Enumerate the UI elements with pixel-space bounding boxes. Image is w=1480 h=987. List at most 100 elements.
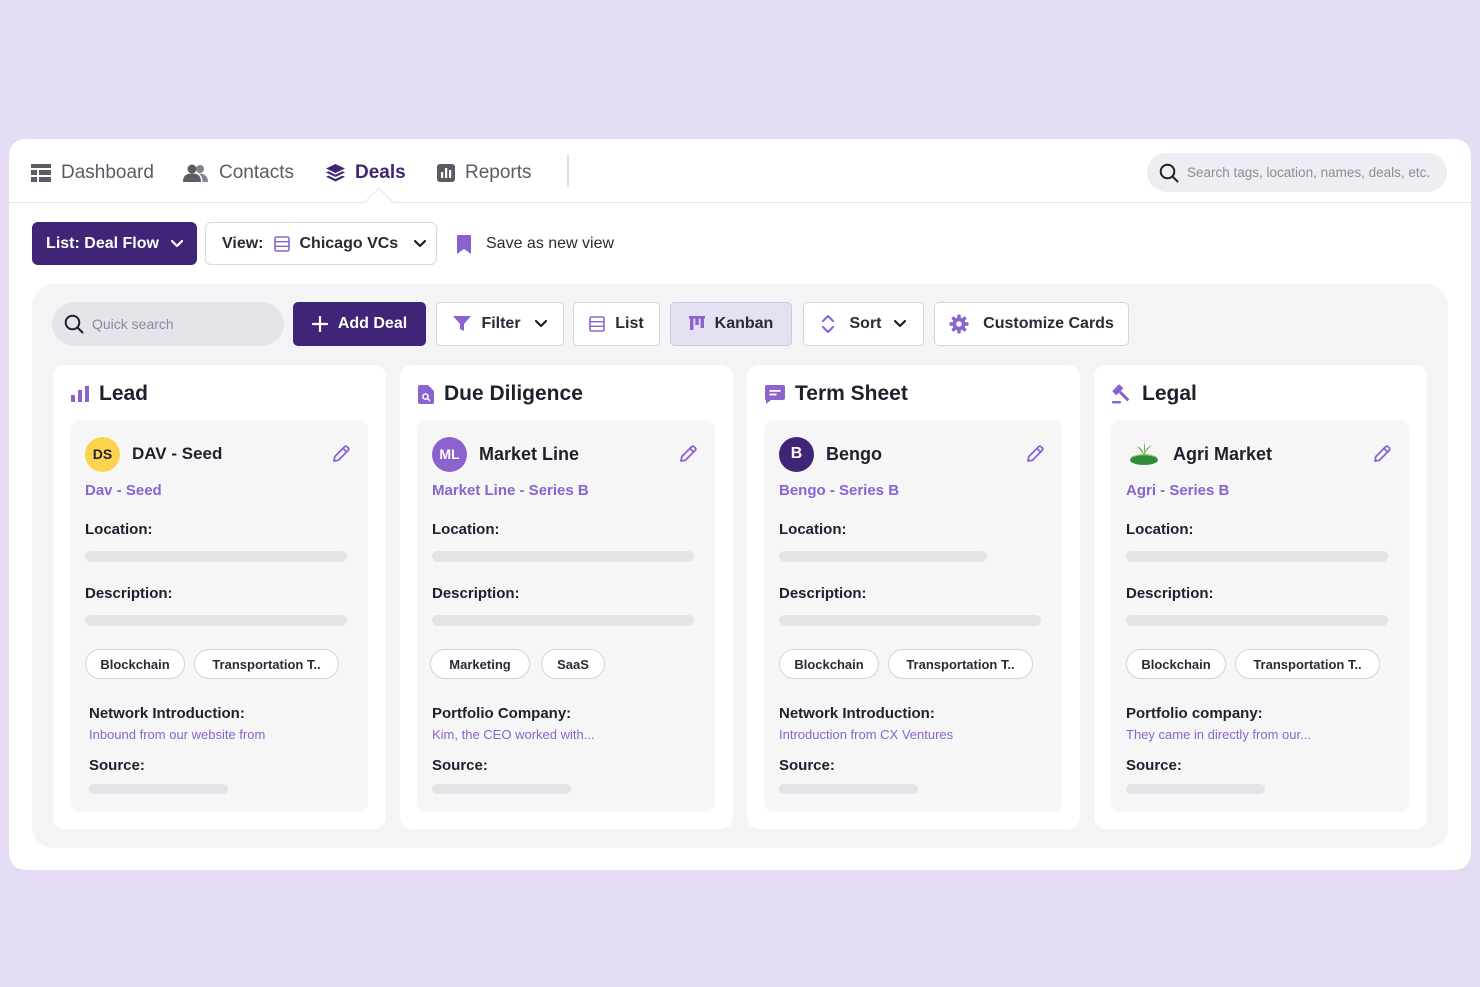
nav-item-dashboard[interactable]: Dashboard <box>31 159 154 187</box>
add-deal-button[interactable]: Add Deal <box>293 302 426 346</box>
list-dropdown-label: List: Deal Flow <box>46 234 159 252</box>
intro-text: Kim, the CEO worked with... <box>432 727 595 742</box>
tag[interactable]: Transportation T.. <box>1235 649 1380 679</box>
edit-button[interactable] <box>1023 442 1047 466</box>
search-icon <box>64 314 84 334</box>
sort-icon <box>821 315 834 333</box>
card-title: Market Line <box>479 443 580 464</box>
tag[interactable]: SaaS <box>541 649 605 679</box>
customize-cards-label: Customize Cards <box>983 315 1114 332</box>
sort-button[interactable]: Sort <box>803 302 924 346</box>
intro-text: They came in directly from our... <box>1126 727 1311 742</box>
location-label: Location: <box>1126 521 1194 538</box>
intro-label: Portfolio company: <box>1126 705 1263 722</box>
description-label: Description: <box>1126 585 1214 602</box>
intro-label: Network Introduction: <box>89 705 245 722</box>
bookmark-icon <box>457 234 471 254</box>
source-placeholder <box>432 784 571 794</box>
agri-market-logo <box>1126 437 1161 472</box>
description-placeholder <box>432 615 694 626</box>
edit-button[interactable] <box>1370 442 1394 466</box>
tag[interactable]: Marketing <box>430 649 530 679</box>
location-placeholder <box>432 551 694 562</box>
location-placeholder <box>779 551 987 562</box>
location-label: Location: <box>779 521 847 538</box>
nav-item-reports[interactable]: Reports <box>437 159 532 187</box>
column-header: Lead <box>71 381 148 407</box>
location-label: Location: <box>85 521 153 538</box>
search-icon <box>1159 163 1179 182</box>
source-placeholder <box>89 784 228 794</box>
chevron-down-icon <box>170 239 183 247</box>
card-header: DS DAV - Seed <box>85 436 353 472</box>
add-deal-label: Add Deal <box>337 315 408 332</box>
nav-label-deals: Deals <box>355 162 406 183</box>
column-term-sheet: Term Sheet B Bengo Bengo - Series B Loca… <box>747 365 1080 829</box>
source-placeholder <box>779 784 918 794</box>
edit-button[interactable] <box>329 442 353 466</box>
description-placeholder <box>85 615 347 626</box>
customize-cards-button[interactable]: Customize Cards <box>934 302 1129 346</box>
list-icon <box>589 316 606 332</box>
list-dropdown[interactable]: List: Deal Flow <box>32 222 197 265</box>
deal-card[interactable]: ML Market Line Market Line - Series B Lo… <box>417 420 715 812</box>
tag[interactable]: Transportation T.. <box>194 649 339 679</box>
view-dropdown[interactable]: View: Chicago VCs <box>205 222 437 265</box>
column-title: Due Diligence <box>444 382 583 405</box>
intro-label: Network Introduction: <box>779 705 935 722</box>
card-header: ML Market Line <box>432 436 700 472</box>
location-label: Location: <box>432 521 500 538</box>
location-placeholder <box>85 551 347 562</box>
column-title: Term Sheet <box>795 382 908 405</box>
column-title: Legal <box>1142 382 1197 405</box>
pencil-icon <box>333 445 350 462</box>
chevron-down-icon <box>414 239 427 247</box>
tag[interactable]: Blockchain <box>1126 649 1226 679</box>
pencil-icon <box>1374 445 1391 462</box>
nav-label-reports: Reports <box>465 162 532 183</box>
kanban-view-button[interactable]: Kanban <box>670 302 792 346</box>
plus-icon <box>311 316 328 332</box>
tag[interactable]: Blockchain <box>85 649 185 679</box>
view-label: View: <box>222 234 264 252</box>
pencil-icon <box>680 445 697 462</box>
edit-button[interactable] <box>676 442 700 466</box>
description-label: Description: <box>779 585 867 602</box>
filter-button[interactable]: Filter <box>436 302 564 346</box>
chevron-down-icon <box>893 320 906 328</box>
quick-search-input[interactable] <box>92 316 272 332</box>
description-label: Description: <box>432 585 520 602</box>
save-view-label: Save as new view <box>486 235 615 252</box>
nav-item-contacts[interactable]: Contacts <box>183 159 294 187</box>
column-title: Lead <box>99 382 149 405</box>
deal-card[interactable]: B Bengo Bengo - Series B Location: Descr… <box>764 420 1062 812</box>
column-header: Due Diligence <box>418 381 583 407</box>
users-icon <box>183 164 208 182</box>
pencil-icon <box>1027 445 1044 462</box>
source-label: Source: <box>1126 757 1182 774</box>
nav-item-deals[interactable]: Deals <box>326 159 406 187</box>
nav-label-dashboard: Dashboard <box>61 162 154 183</box>
global-search[interactable] <box>1147 153 1447 192</box>
avatar: ML <box>432 436 467 472</box>
card-header: B Bengo <box>779 436 1047 472</box>
card-subtitle: Agri - Series B <box>1126 482 1230 499</box>
source-label: Source: <box>89 757 145 774</box>
sprout-logo-icon <box>1129 442 1158 465</box>
global-search-input[interactable] <box>1187 165 1443 180</box>
deal-card[interactable]: Agri Market Agri - Series B Location: De… <box>1111 420 1409 812</box>
list-icon <box>273 235 290 252</box>
deal-card[interactable]: DS DAV - Seed Dav - Seed Location: Descr… <box>70 420 368 812</box>
tag[interactable]: Blockchain <box>779 649 879 679</box>
source-placeholder <box>1126 784 1265 794</box>
quick-search[interactable] <box>52 302 284 346</box>
card-title: DAV - Seed <box>132 444 223 463</box>
list-view-button[interactable]: List <box>573 302 660 346</box>
description-placeholder <box>779 615 1041 626</box>
card-title: Bengo <box>826 443 882 464</box>
filter-label: Filter <box>481 315 521 332</box>
tag[interactable]: Transportation T.. <box>888 649 1033 679</box>
card-header: Agri Market <box>1126 436 1394 472</box>
kanban-board: Add Deal Filter List Kanban Sort Customi… <box>32 284 1448 848</box>
save-view-button[interactable]: Save as new view <box>456 231 614 257</box>
